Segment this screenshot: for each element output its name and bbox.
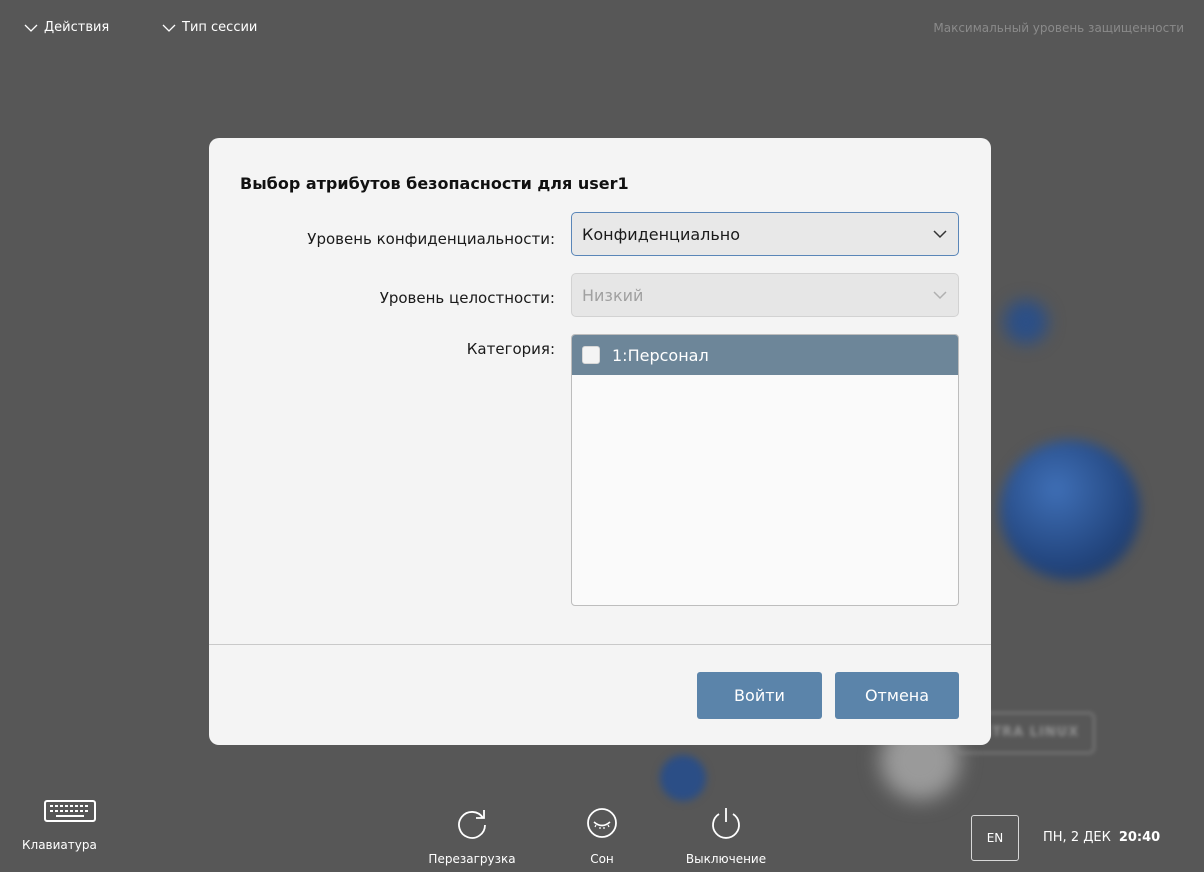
date-time: ПН, 2 ДЕК 20:40 (1043, 830, 1160, 845)
category-item-label: 1:Персонал (612, 345, 709, 365)
language-button[interactable]: EN (971, 815, 1019, 861)
background-sphere (660, 755, 706, 801)
category-checkbox[interactable] (582, 346, 600, 364)
shutdown-button[interactable]: Выключение (670, 806, 782, 866)
power-icon (712, 808, 740, 839)
login-button[interactable]: Войти (697, 672, 822, 719)
list-item[interactable]: 1:Персонал (572, 335, 958, 375)
sleep-icon (587, 808, 617, 838)
category-list[interactable]: 1:Персонал (571, 334, 959, 606)
reboot-label: Перезагрузка (428, 852, 516, 866)
session-type-menu[interactable]: Тип сессии (162, 20, 257, 35)
confidentiality-select[interactable]: Конфиденциально (571, 212, 959, 256)
time-text: 20:40 (1118, 830, 1161, 845)
dialog-title: Выбор атрибутов безопасности для user1 (240, 174, 629, 193)
chevron-down-icon (24, 24, 38, 32)
date-text: ПН, 2 ДЕК (1043, 830, 1111, 845)
actions-menu[interactable]: Действия (24, 20, 109, 35)
confidentiality-label: Уровень конфиденциальности: (307, 230, 555, 248)
sleep-button[interactable]: Сон (572, 806, 632, 866)
keyboard-button[interactable]: Клавиатура (22, 800, 97, 852)
cancel-button[interactable]: Отмена (835, 672, 959, 719)
integrity-label: Уровень целостности: (379, 289, 555, 307)
session-type-menu-label: Тип сессии (182, 20, 258, 35)
chevron-down-icon (933, 230, 947, 239)
keyboard-icon (44, 800, 96, 822)
shutdown-label: Выключение (685, 852, 767, 866)
security-level-text: Максимальный уровень защищенности (933, 21, 1184, 35)
integrity-value: Низкий (582, 285, 644, 305)
chevron-down-icon (933, 291, 947, 300)
reboot-button[interactable]: Перезагрузка (414, 806, 530, 866)
dialog-divider (209, 644, 991, 645)
security-attributes-dialog: Выбор атрибутов безопасности для user1 У… (209, 138, 991, 745)
actions-menu-label: Действия (44, 20, 110, 35)
background-sphere (1000, 440, 1140, 580)
sleep-label: Сон (590, 852, 614, 866)
integrity-select: Низкий (571, 273, 959, 317)
category-label: Категория: (466, 340, 555, 358)
chevron-down-icon (162, 24, 176, 32)
top-bar: Действия Тип сессии Максимальный уровень… (0, 0, 1204, 60)
keyboard-label: Клавиатура (22, 838, 97, 852)
background-sphere (1004, 300, 1048, 344)
confidentiality-value: Конфиденциально (582, 224, 741, 244)
reboot-icon (458, 810, 486, 839)
